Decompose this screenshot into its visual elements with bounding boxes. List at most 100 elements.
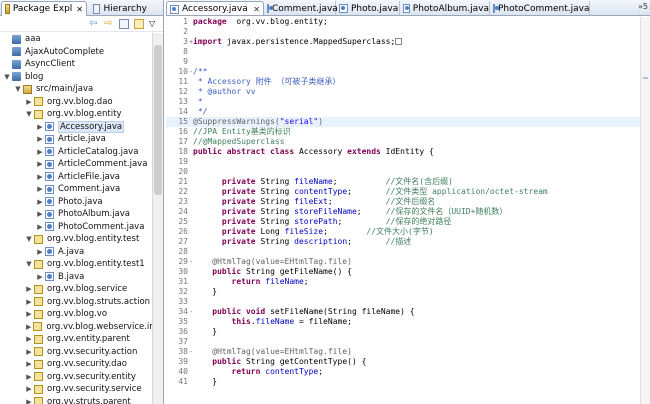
code-line[interactable]: 33 (166, 297, 640, 307)
tree-item[interactable]: ▼ org.vv.blog.entity.test1 (0, 258, 152, 271)
expand-toggle-icon[interactable]: ▶ (26, 96, 32, 109)
editor-tab-comment[interactable]: Comment.java (264, 1, 338, 15)
tree-item[interactable]: ▶ Accessory.java (0, 120, 152, 134)
code-line[interactable]: 24 private String storeFileName; //保存的文件… (166, 207, 640, 217)
code-line[interactable]: 2 (166, 27, 640, 37)
expand-toggle-icon[interactable]: ▶ (26, 296, 32, 309)
tree-item[interactable]: ▶ Comment.java (0, 183, 152, 196)
expand-toggle-icon[interactable]: ▶ (37, 158, 43, 171)
tree-item[interactable]: ▶ org.vv.entity.parent (0, 333, 152, 346)
editor-tab-accessory[interactable]: Accessory.java ✕ (166, 1, 264, 15)
expand-toggle-icon[interactable]: ▶ (26, 396, 32, 404)
expand-toggle-icon[interactable]: ▶ (37, 271, 43, 284)
link-with-editor-icon[interactable] (134, 18, 144, 29)
expand-toggle-icon[interactable]: ▶ (37, 121, 43, 134)
tree-item[interactable]: ▶ Photo.java (0, 196, 152, 209)
code-line[interactable]: 25 private String storePath; //保存的绝对路径 (166, 217, 640, 227)
expand-toggle-icon[interactable]: ▶ (26, 371, 32, 384)
code-line[interactable]: 34- public void setFileName(String fileN… (166, 307, 640, 317)
code-area[interactable]: 1 package org.vv.blog.entity; 2 3 + import ja… (166, 17, 640, 404)
code-line[interactable]: 8 (166, 47, 640, 57)
back-icon[interactable]: ⇦ (89, 18, 99, 29)
tab-package-explorer[interactable]: Package Expl ✕ (1, 1, 87, 16)
code-line[interactable]: 3 + import javax.persistence.MappedSupercl… (166, 37, 640, 47)
expand-toggle-icon[interactable]: ▶ (26, 283, 32, 296)
expand-toggle-icon[interactable]: ▼ (26, 108, 32, 121)
expand-toggle-icon[interactable]: ▶ (26, 333, 32, 346)
tree-item[interactable]: AjaxAutoComplete (0, 46, 152, 59)
expand-toggle-icon[interactable]: ▼ (4, 71, 10, 84)
code-line[interactable]: 29- @HtmlTag(value=EHtmlTag.file) (166, 257, 640, 267)
expand-toggle-icon[interactable]: ▶ (37, 196, 43, 209)
tree-item[interactable]: ▼ org.vv.blog.entity.test (0, 233, 152, 246)
code-line[interactable]: 39 public String getContentType() { (166, 357, 640, 367)
code-line[interactable]: 28 (166, 247, 640, 257)
code-line[interactable]: 12 * @author vv (166, 87, 640, 97)
view-menu-icon[interactable]: ▽ (149, 19, 159, 29)
tree-item[interactable]: ▶ org.vv.blog.struts.action (0, 296, 152, 309)
tree-item[interactable]: ▼ blog (0, 71, 152, 84)
tree-item[interactable]: ▶ A.java (0, 246, 152, 259)
expand-toggle-icon[interactable]: ▼ (26, 258, 32, 271)
tree-item[interactable]: ▶ B.java (0, 271, 152, 284)
code-line[interactable]: 37 (166, 337, 640, 347)
expand-toggle-icon[interactable]: ▼ (26, 233, 32, 246)
tree-item[interactable]: ▶ ArticleComment.java (0, 158, 152, 171)
expand-toggle-icon[interactable]: ▼ (15, 83, 21, 96)
tree-item[interactable]: ▶ org.vv.security.service (0, 383, 152, 396)
code-line[interactable]: 10-/** (166, 67, 640, 77)
expand-toggle-icon[interactable]: ▶ (37, 208, 43, 221)
code-line[interactable]: 36 } (166, 327, 640, 337)
expand-toggle-icon[interactable]: ▶ (37, 221, 43, 234)
code-line[interactable]: 16 //JPA Entity基类的标识 (166, 127, 640, 137)
tree-item[interactable]: ▶ ArticleFile.java (0, 171, 152, 184)
tree-item[interactable]: ▶ org.vv.blog.vo (0, 308, 152, 321)
tree-item[interactable]: ▶ PhotoComment.java (0, 221, 152, 234)
code-line[interactable]: 19 (166, 157, 640, 167)
code-line[interactable]: 41 } (166, 377, 640, 387)
expand-toggle-icon[interactable]: ▶ (37, 133, 43, 146)
expand-toggle-icon[interactable]: ▶ (26, 308, 32, 321)
code-line[interactable]: 35 this.fileName = fileName; (166, 317, 640, 327)
editor-tab-photoalbum[interactable]: PhotoAlbum.java (400, 1, 490, 15)
tree-item[interactable]: ▼ org.vv.blog.entity (0, 108, 152, 121)
expand-toggle-icon[interactable]: ▶ (37, 246, 43, 259)
more-tabs-button[interactable]: »5 (638, 2, 648, 11)
code-line[interactable]: 9 (166, 57, 640, 67)
tree-item[interactable]: ▶ org.vv.security.action (0, 346, 152, 359)
expand-toggle-icon[interactable]: ▶ (26, 321, 31, 334)
tree-item[interactable]: ▶ org.vv.blog.service (0, 283, 152, 296)
expand-toggle-icon[interactable]: ▶ (37, 171, 43, 184)
folded-region-icon[interactable] (395, 38, 403, 45)
code-line[interactable]: 40 return contentType; (166, 367, 640, 377)
editor-tab-photo[interactable]: Photo.java (336, 1, 400, 15)
code-line[interactable]: 30 public String getFileName() { (166, 267, 640, 277)
ruler-marker[interactable] (643, 77, 648, 79)
close-icon[interactable]: ✕ (76, 5, 83, 14)
forward-icon[interactable]: ⇨ (104, 18, 114, 29)
code-line[interactable]: 32 } (166, 287, 640, 297)
code-line[interactable]: 13 * (166, 97, 640, 107)
collapse-all-icon[interactable] (119, 18, 129, 29)
code-line[interactable]: 27 private String description; //描述 (166, 237, 640, 247)
tree-item[interactable]: AsyncClient (0, 58, 152, 71)
code-line[interactable]: 23 private String fileExt; //文件后缀名 (166, 197, 640, 207)
explorer-vertical-scrollbar[interactable] (152, 33, 163, 404)
code-line[interactable]: 1 package org.vv.blog.entity; (166, 17, 640, 27)
code-line[interactable]: 18 public abstract class Accessory extend… (166, 147, 640, 157)
expand-toggle-icon[interactable]: ▶ (37, 183, 43, 196)
expand-toggle-icon[interactable]: ▶ (26, 383, 32, 396)
tab-hierarchy[interactable]: Hierarchy (90, 1, 150, 16)
expand-toggle-icon[interactable]: ▶ (26, 346, 32, 359)
code-line[interactable]: 31 return fileName; (166, 277, 640, 287)
code-line[interactable]: 26 private Long fileSize; //文件大小(字节) (166, 227, 640, 237)
scrollbar-thumb[interactable] (154, 45, 162, 195)
editor-tab-photocomment[interactable]: PhotoComment.java (490, 1, 590, 15)
code-line[interactable]: 17 //@MappedSuperclass (166, 137, 640, 147)
tree-item[interactable]: ▶ org.vv.security.entity (0, 371, 152, 384)
close-icon[interactable]: ✕ (253, 5, 260, 14)
code-line[interactable]: 20 (166, 167, 640, 177)
code-line[interactable]: 14 */ (166, 107, 640, 117)
tree-item[interactable]: aaa (0, 33, 152, 46)
expand-toggle-icon[interactable]: ▶ (26, 358, 32, 371)
